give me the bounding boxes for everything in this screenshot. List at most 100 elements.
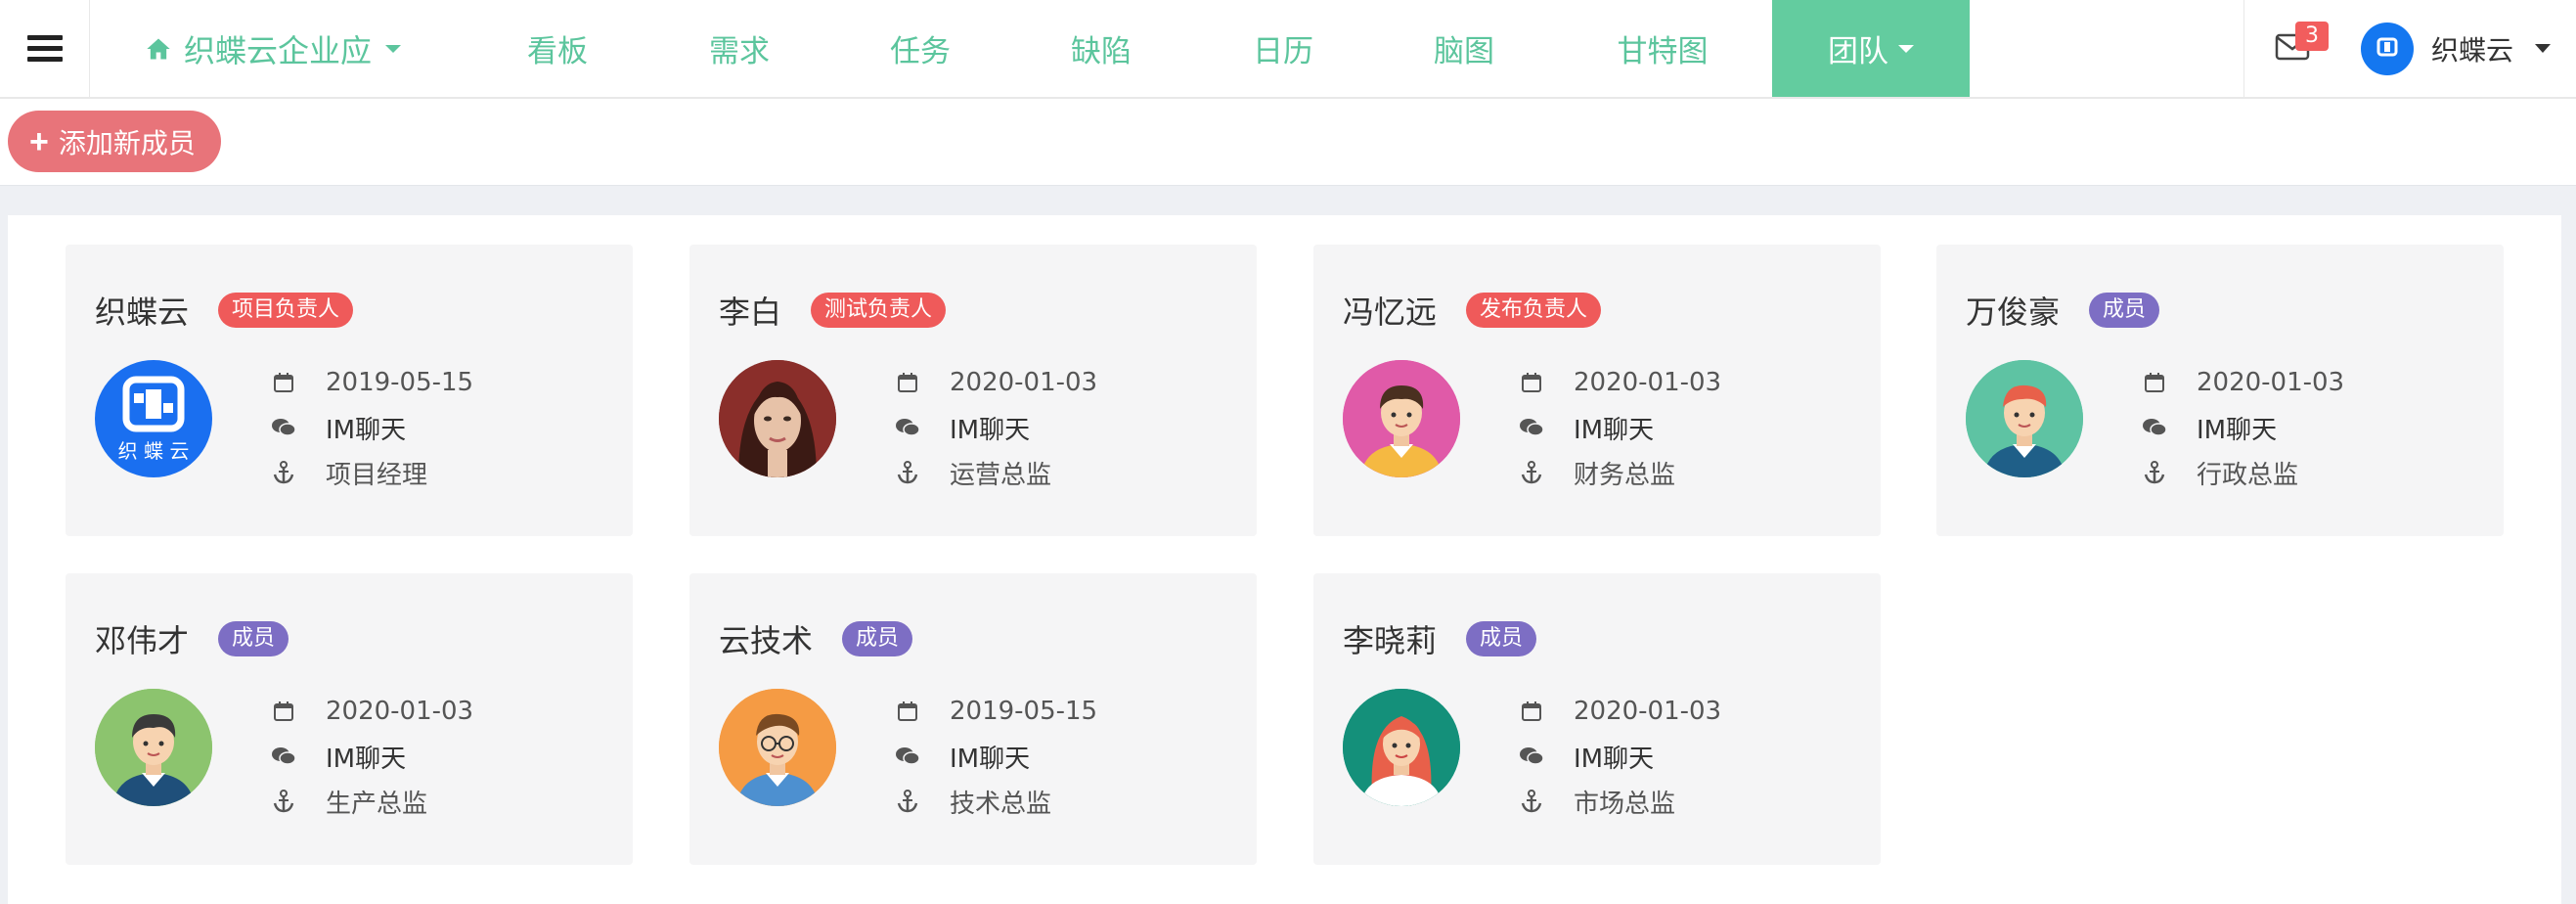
user-avatar <box>2361 22 2414 75</box>
im-chat-row[interactable]: IM聊天 <box>1519 405 1721 450</box>
anchor-icon <box>895 789 920 814</box>
tab-label: 日历 <box>1253 34 1313 69</box>
tab-label: 缺陷 <box>1071 34 1132 69</box>
toolbar: + 添加新成员 <box>0 99 2576 186</box>
calendar-icon <box>271 370 296 395</box>
tab-tasks[interactable]: 任务 <box>852 0 989 97</box>
woman-teal-avatar <box>1343 689 1460 806</box>
join-date-row: 2020-01-03 <box>2142 360 2344 405</box>
man-teal-avatar <box>1966 360 2083 477</box>
join-date: 2019-05-15 <box>950 697 1098 726</box>
position-title: 技术总监 <box>950 789 1052 819</box>
menu-icon <box>26 29 63 68</box>
tab-label: 甘特图 <box>1617 34 1709 69</box>
member-card[interactable]: 万俊豪 成员 2020-01-03 IM聊天 行政总监 <box>1936 245 2504 536</box>
anchor-icon <box>895 460 920 485</box>
tab-label: 任务 <box>890 34 951 69</box>
im-chat-link[interactable]: IM聊天 <box>1574 410 1654 446</box>
join-date: 2020-01-03 <box>950 368 1098 397</box>
position-row: 生产总监 <box>271 779 473 824</box>
logo-avatar: 织 蝶 云 <box>95 360 212 477</box>
menu-toggle-button[interactable] <box>0 0 90 97</box>
chevron-down-icon <box>2535 44 2552 53</box>
tab-label: 团队 <box>1828 34 1888 69</box>
tab-gantt[interactable]: 甘特图 <box>1565 0 1760 97</box>
im-chat-link[interactable]: IM聊天 <box>326 410 406 446</box>
im-chat-row[interactable]: IM聊天 <box>895 734 1097 779</box>
member-card[interactable]: 邓伟才 成员 2020-01-03 IM聊天 生产总监 <box>66 573 633 865</box>
user-menu[interactable]: 织蝶云 <box>2361 0 2552 97</box>
member-card[interactable]: 织蝶云 项目负责人 织 蝶 云 2019-05-15 IM聊天 项目经理 <box>66 245 633 536</box>
member-card[interactable]: 李晓莉 成员 2020-01-03 IM聊天 市场总监 <box>1313 573 1881 865</box>
position-title: 财务总监 <box>1574 460 1676 490</box>
man-pink-avatar <box>1343 360 1460 477</box>
join-date: 2020-01-03 <box>1574 368 1722 397</box>
tab-kanban[interactable]: 看板 <box>489 0 626 97</box>
position-row: 市场总监 <box>1519 779 1721 824</box>
chat-icon <box>1519 415 1544 440</box>
calendar-icon <box>271 699 296 724</box>
tab-defects[interactable]: 缺陷 <box>1033 0 1170 97</box>
im-chat-link[interactable]: IM聊天 <box>950 410 1030 446</box>
member-name: 云技术 <box>719 622 814 659</box>
project-selector[interactable]: 织蝶云企业应 <box>145 0 402 97</box>
im-chat-row[interactable]: IM聊天 <box>2142 405 2344 450</box>
join-date: 2020-01-03 <box>1574 697 1722 726</box>
add-member-button[interactable]: + 添加新成员 <box>8 111 221 172</box>
member-name: 邓伟才 <box>95 622 190 659</box>
svg-text:织 蝶 云: 织 蝶 云 <box>118 439 190 463</box>
chat-icon <box>271 415 296 440</box>
divider <box>2243 0 2244 97</box>
role-badge: 发布负责人 <box>1466 293 1602 328</box>
join-date-row: 2020-01-03 <box>1519 689 1721 734</box>
role-badge: 测试负责人 <box>811 293 947 328</box>
chevron-down-icon <box>1898 44 1914 53</box>
member-card[interactable]: 李白 测试负责人 2020-01-03 IM聊天 运营总监 <box>689 245 1257 536</box>
anchor-icon <box>271 789 296 814</box>
tab-mindmap[interactable]: 脑图 <box>1396 0 1532 97</box>
join-date-row: 2020-01-03 <box>1519 360 1721 405</box>
tab-calendar[interactable]: 日历 <box>1215 0 1352 97</box>
user-name: 织蝶云 <box>2431 33 2514 67</box>
position-title: 生产总监 <box>326 789 428 819</box>
im-chat-link[interactable]: IM聊天 <box>950 739 1030 775</box>
member-name: 李晓莉 <box>1343 622 1438 659</box>
unread-count-badge: 3 <box>2295 22 2329 51</box>
members-panel: 织蝶云 项目负责人 织 蝶 云 2019-05-15 IM聊天 项目经理 李白 … <box>8 215 2561 904</box>
chat-icon <box>271 744 296 769</box>
top-navbar: 织蝶云企业应 看板 需求 任务 缺陷 日历 脑图 甘特图 团队 3 织蝶云 <box>0 0 2576 99</box>
im-chat-row[interactable]: IM聊天 <box>271 734 473 779</box>
im-chat-row[interactable]: IM聊天 <box>895 405 1097 450</box>
role-badge: 项目负责人 <box>218 293 354 328</box>
position-title: 项目经理 <box>326 460 428 490</box>
member-name: 万俊豪 <box>1966 294 2061 331</box>
position-title: 运营总监 <box>950 460 1052 490</box>
anchor-icon <box>2142 460 2167 485</box>
member-card[interactable]: 云技术 成员 2019-05-15 IM聊天 技术总监 <box>689 573 1257 865</box>
im-chat-row[interactable]: IM聊天 <box>271 405 473 450</box>
im-chat-link[interactable]: IM聊天 <box>2197 410 2277 446</box>
join-date-row: 2020-01-03 <box>895 360 1097 405</box>
notifications-button[interactable]: 3 <box>2269 22 2329 80</box>
im-chat-row[interactable]: IM聊天 <box>1519 734 1721 779</box>
position-title: 行政总监 <box>2197 460 2299 490</box>
position-row: 技术总监 <box>895 779 1097 824</box>
member-name: 李白 <box>719 294 782 331</box>
member-card[interactable]: 冯忆远 发布负责人 2020-01-03 IM聊天 财务总监 <box>1313 245 1881 536</box>
logo-icon <box>2376 37 2398 56</box>
man-orange-avatar <box>719 689 836 806</box>
im-chat-link[interactable]: IM聊天 <box>1574 739 1654 775</box>
position-row: 运营总监 <box>895 450 1097 495</box>
position-row: 项目经理 <box>271 450 473 495</box>
role-badge: 成员 <box>1466 621 1537 656</box>
calendar-icon <box>895 370 920 395</box>
calendar-icon <box>895 699 920 724</box>
calendar-icon <box>1519 699 1544 724</box>
position-title: 市场总监 <box>1574 789 1676 819</box>
tab-team[interactable]: 团队 <box>1772 0 1970 97</box>
im-chat-link[interactable]: IM聊天 <box>326 739 406 775</box>
tab-requirements[interactable]: 需求 <box>671 0 808 97</box>
chat-icon <box>895 744 920 769</box>
chat-icon <box>895 415 920 440</box>
tab-label: 需求 <box>709 34 770 69</box>
